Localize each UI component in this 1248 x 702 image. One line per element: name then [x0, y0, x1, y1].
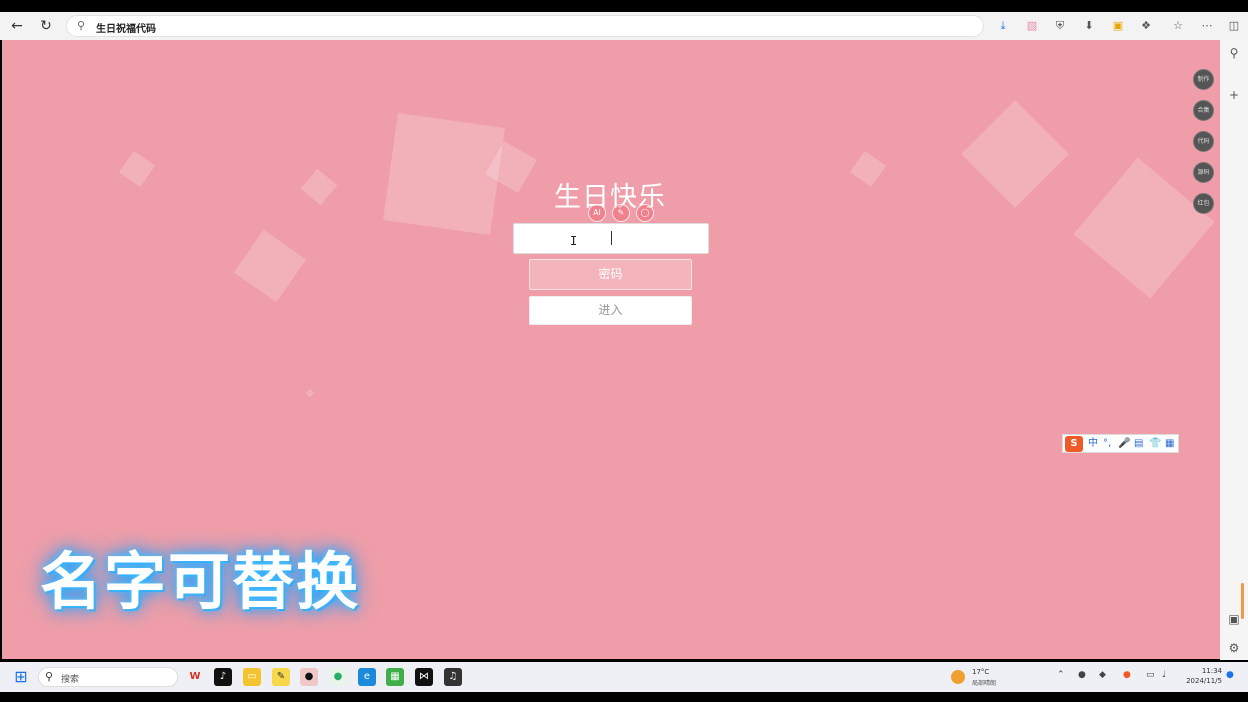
sogou-logo-icon[interactable]: S: [1065, 436, 1083, 452]
more-icon[interactable]: ⋯: [1198, 17, 1216, 35]
taskbar-search[interactable]: ⚲ 搜索: [38, 667, 178, 687]
screen: ← ↻ ⚲ 生日祝福代码 ⤓ ▧ ⛨ ⬇ ▣ ❖ ☆ ⋯ ◫ 生日快乐 AI ✎…: [0, 0, 1248, 702]
clock-date: 2024/11/5: [1186, 677, 1222, 685]
ai-icon[interactable]: AI: [588, 204, 606, 222]
extension-icon[interactable]: ▣: [1109, 17, 1127, 35]
decor-square: [961, 100, 1069, 208]
favorites-icon[interactable]: ☆: [1169, 17, 1187, 35]
collection-icon[interactable]: ▧: [1023, 17, 1041, 35]
windows-start-icon[interactable]: ⊞: [12, 668, 30, 686]
ime-tray-icon[interactable]: ◆: [1099, 670, 1106, 680]
scrollbar[interactable]: [1241, 583, 1244, 619]
decor-square: [849, 150, 887, 188]
side-button-collection[interactable]: 合集: [1193, 100, 1214, 121]
folder-icon[interactable]: ▭: [243, 668, 261, 686]
edge-icon[interactable]: e: [358, 668, 376, 686]
ime-skin-icon[interactable]: 👕: [1149, 436, 1161, 452]
decor-square: [1073, 157, 1215, 299]
shield-icon[interactable]: ⛨: [1051, 17, 1069, 35]
notification-icon[interactable]: ●: [1226, 670, 1234, 680]
ime-menu-icon[interactable]: ▦: [1165, 436, 1174, 452]
side-button-source[interactable]: 源码: [1193, 162, 1214, 183]
decor-square: [300, 168, 338, 206]
weather-desc: 局部晴朗: [972, 680, 997, 687]
search-icon[interactable]: ⚲: [1226, 45, 1242, 61]
volume-icon[interactable]: ♩: [1162, 670, 1166, 680]
qq-icon[interactable]: ●: [300, 668, 318, 686]
puzzle-icon[interactable]: ❖: [1137, 17, 1155, 35]
password-button[interactable]: 密码: [529, 259, 692, 290]
taskbar: ⊞ ⚲ 搜索 W ♪ ▭ ✎ ● ● e ▦ ⋈ ♫ 17°C 局部晴朗 ⌃ ●…: [0, 662, 1248, 692]
taskbar-search-label: 搜索: [61, 675, 80, 685]
search-icon: ⚲: [77, 19, 86, 32]
ime-toolbar: S 中 °, 🎤 ▤ 👕 ▦: [1062, 434, 1179, 453]
address-bar[interactable]: ⚲ 生日祝福代码: [66, 15, 984, 37]
ibeam-cursor-icon: I: [570, 234, 578, 248]
decor-square: [305, 388, 315, 398]
side-button-code[interactable]: 代码: [1193, 131, 1214, 152]
tiktok-icon[interactable]: ♪: [214, 668, 232, 686]
weather-widget[interactable]: 17°C 局部晴朗: [951, 668, 1011, 688]
side-button-make[interactable]: 制作: [1193, 69, 1214, 90]
ime-chinese-toggle[interactable]: 中: [1088, 436, 1098, 452]
capcut-icon[interactable]: ⋈: [415, 668, 433, 686]
circle-icon[interactable]: ◯: [636, 204, 654, 222]
wechat-icon[interactable]: ●: [329, 668, 347, 686]
text-caret: [611, 231, 612, 245]
wps-icon[interactable]: W: [186, 668, 204, 686]
side-button-redpacket[interactable]: 红包: [1193, 193, 1214, 214]
clock-time: 11:34: [1201, 667, 1222, 675]
browser-side-panel: ⚲ + ▣ ⚙: [1220, 40, 1248, 660]
address-text: 生日祝福代码: [96, 24, 156, 35]
browser-toolbar: ← ↻ ⚲ 生日祝福代码 ⤓ ▧ ⛨ ⬇ ▣ ❖ ☆ ⋯ ◫: [0, 12, 1248, 40]
clock[interactable]: 11:34 2024/11/5: [1180, 666, 1222, 686]
notes-icon[interactable]: ✎: [272, 668, 290, 686]
weather-temp: 17°C: [972, 668, 990, 676]
network-icon[interactable]: ▭: [1146, 670, 1155, 680]
reload-button[interactable]: ↻: [37, 17, 55, 35]
pen-icon[interactable]: ✎: [612, 204, 630, 222]
download-icon[interactable]: ⤓: [994, 17, 1012, 35]
settings-gear-icon[interactable]: ⚙: [1226, 640, 1242, 656]
screen-border: [0, 692, 1248, 702]
screenshot-icon[interactable]: ▣: [1226, 611, 1242, 627]
decor-square: [233, 229, 307, 303]
back-button[interactable]: ←: [8, 17, 26, 35]
sidebar-icon[interactable]: ◫: [1225, 17, 1243, 35]
overlay-caption: 名字可替换: [40, 545, 361, 618]
page-title: 生日快乐: [554, 182, 666, 213]
music-icon[interactable]: ♫: [444, 668, 462, 686]
mic-icon[interactable]: ●: [1078, 670, 1086, 680]
decor-square: [118, 150, 156, 188]
search-icon: ⚲: [45, 670, 54, 683]
ime-mic-icon[interactable]: 🎤: [1118, 436, 1130, 452]
add-icon[interactable]: +: [1226, 87, 1242, 103]
tray-expand-icon[interactable]: ⌃: [1057, 670, 1065, 680]
ime-keyboard-icon[interactable]: ▤: [1134, 436, 1143, 452]
ime-punct-icon[interactable]: °,: [1103, 436, 1111, 452]
weather-sun-icon: [951, 670, 965, 684]
enter-button[interactable]: 进入: [529, 296, 692, 325]
save-icon[interactable]: ⬇: [1080, 17, 1098, 35]
sheets-icon[interactable]: ▦: [386, 668, 404, 686]
sogou-tray-icon[interactable]: ●: [1123, 670, 1131, 680]
